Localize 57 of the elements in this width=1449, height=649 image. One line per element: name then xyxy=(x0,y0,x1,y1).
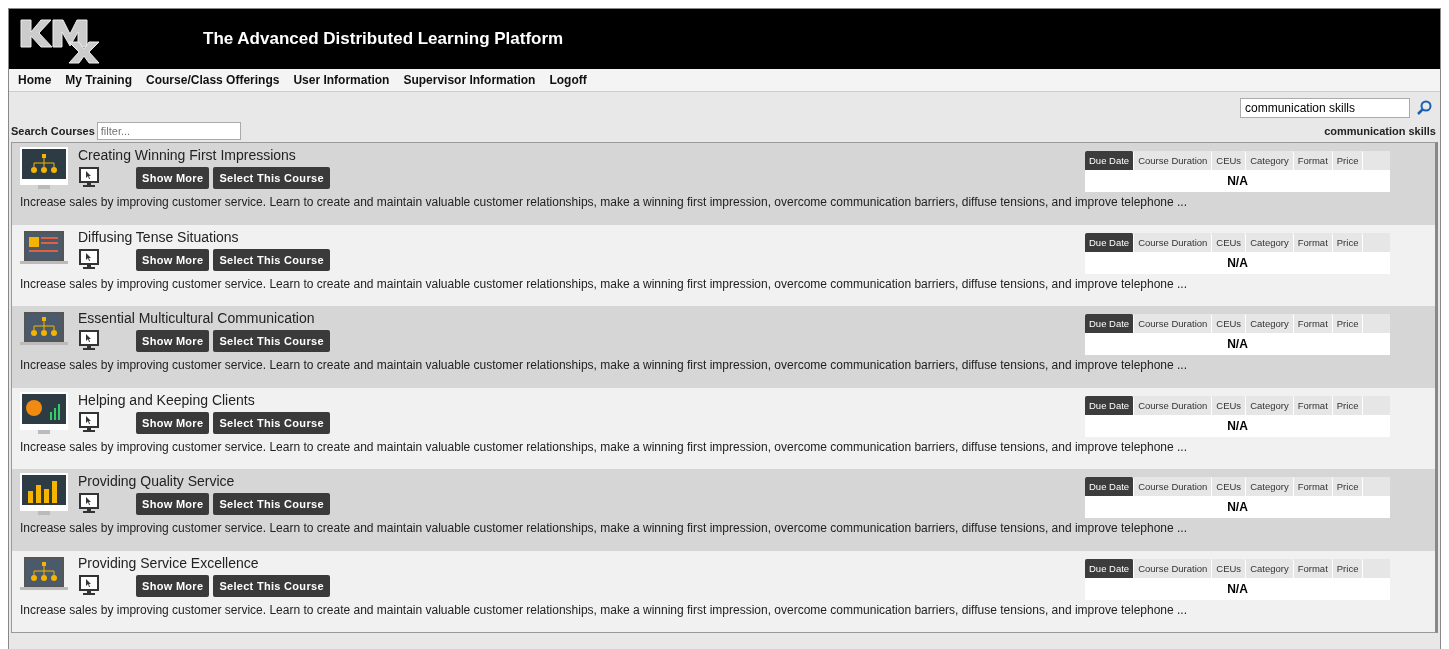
course-description: Increase sales by improving customer service. Learn to create and maintain valuable customer relationships, make a winning first impression, overcome communication barriers, diffuse tensions, and improve telephone ... xyxy=(20,602,1188,617)
search-icon[interactable] xyxy=(1416,100,1432,116)
course-description: Increase sales by improving customer service. Learn to create and maintain valuable customer relationships, make a winning first impression, overcome communication barriers, diffuse tensions, and improve telephone ... xyxy=(20,521,1188,535)
select-course-button[interactable]: Select This Course xyxy=(213,493,330,515)
tab-value: N/A xyxy=(1085,414,1390,437)
nav-link[interactable]: User Information xyxy=(293,73,390,87)
nav-link[interactable]: Home xyxy=(18,73,52,87)
select-course-button[interactable]: Select This Course xyxy=(213,330,330,352)
nav-link[interactable]: Course/Class Offerings xyxy=(146,73,280,87)
info-tab[interactable]: Due Date xyxy=(1085,314,1135,333)
tab-value: N/A xyxy=(1085,577,1390,600)
course-title: Providing Service Excellence xyxy=(78,554,260,571)
show-more-button[interactable]: Show More xyxy=(136,167,210,189)
course-title: Diffusing Tense Situations xyxy=(78,228,240,245)
show-more-button[interactable]: Show More xyxy=(136,330,210,352)
course-title: Creating Winning First Impressions xyxy=(78,147,297,163)
tab-value: N/A xyxy=(1085,251,1390,274)
tab-value: N/A xyxy=(1085,333,1390,355)
info-tab[interactable]: Due Date xyxy=(1085,151,1135,170)
filter-label: Search Courses xyxy=(11,125,95,137)
computer-icon xyxy=(78,330,100,352)
course-description: Increase sales by improving customer service. Learn to create and maintain valuable customer relationships, make a winning first impression, overcome communication barriers, diffuse tensions, and improve telephone ... xyxy=(20,439,1188,454)
select-course-button[interactable]: Select This Course xyxy=(213,167,330,189)
show-more-button[interactable]: Show More xyxy=(136,411,210,434)
computer-icon xyxy=(78,248,100,271)
computer-icon xyxy=(78,574,100,597)
select-course-button[interactable]: Select This Course xyxy=(213,411,330,434)
monitor-icon xyxy=(20,391,68,434)
tab-value: N/A xyxy=(1085,496,1390,518)
nav-link[interactable]: My Training xyxy=(65,73,133,87)
select-course-button[interactable]: Select This Course xyxy=(213,574,330,597)
info-tab[interactable]: Due Date xyxy=(1085,395,1135,415)
nav-link[interactable]: Supervisor Information xyxy=(403,73,536,87)
course-description: Increase sales by improving customer service. Learn to create and maintain valuable customer relationships, make a winning first impression, overcome communication barriers, diffuse tensions, and improve telephone ... xyxy=(20,358,1188,372)
course-title: Essential Multicultural Communication xyxy=(78,310,316,326)
filter-field[interactable]: filter... xyxy=(96,122,241,140)
tab-value: N/A xyxy=(1085,170,1390,192)
course-description: Increase sales by improving customer service. Learn to create and maintain valuable customer relationships, make a winning first impression, overcome communication barriers, diffuse tensions, and improve telephone ... xyxy=(20,276,1188,291)
info-tab[interactable]: Due Date xyxy=(1085,558,1135,578)
info-tab[interactable]: Due Date xyxy=(1085,477,1135,496)
computer-icon xyxy=(78,411,100,434)
info-tab[interactable]: Due Date xyxy=(1085,232,1135,252)
monitor-icon xyxy=(20,147,68,189)
show-more-button[interactable]: Show More xyxy=(136,493,210,515)
computer-icon xyxy=(78,493,100,515)
search-field[interactable]: communication skills xyxy=(1240,98,1410,118)
course-title: Providing Quality Service xyxy=(78,473,236,489)
show-more-button[interactable]: Show More xyxy=(136,248,210,271)
computer-icon xyxy=(78,167,100,189)
show-more-button[interactable]: Show More xyxy=(136,574,210,597)
select-course-button[interactable]: Select This Course xyxy=(213,248,330,271)
monitor-icon xyxy=(20,473,68,515)
course-description: Increase sales by improving customer service. Learn to create and maintain valuable customer relationships, make a winning first impression, overcome communication barriers, diffuse tensions, and improve telephone ... xyxy=(20,195,1188,209)
site-title: The Advanced Distributed Learning Platform xyxy=(203,29,564,49)
nav-link[interactable]: Logoff xyxy=(549,73,587,87)
course-title: Helping and Keeping Clients xyxy=(78,391,256,408)
search-term: communication skills xyxy=(1324,125,1436,137)
